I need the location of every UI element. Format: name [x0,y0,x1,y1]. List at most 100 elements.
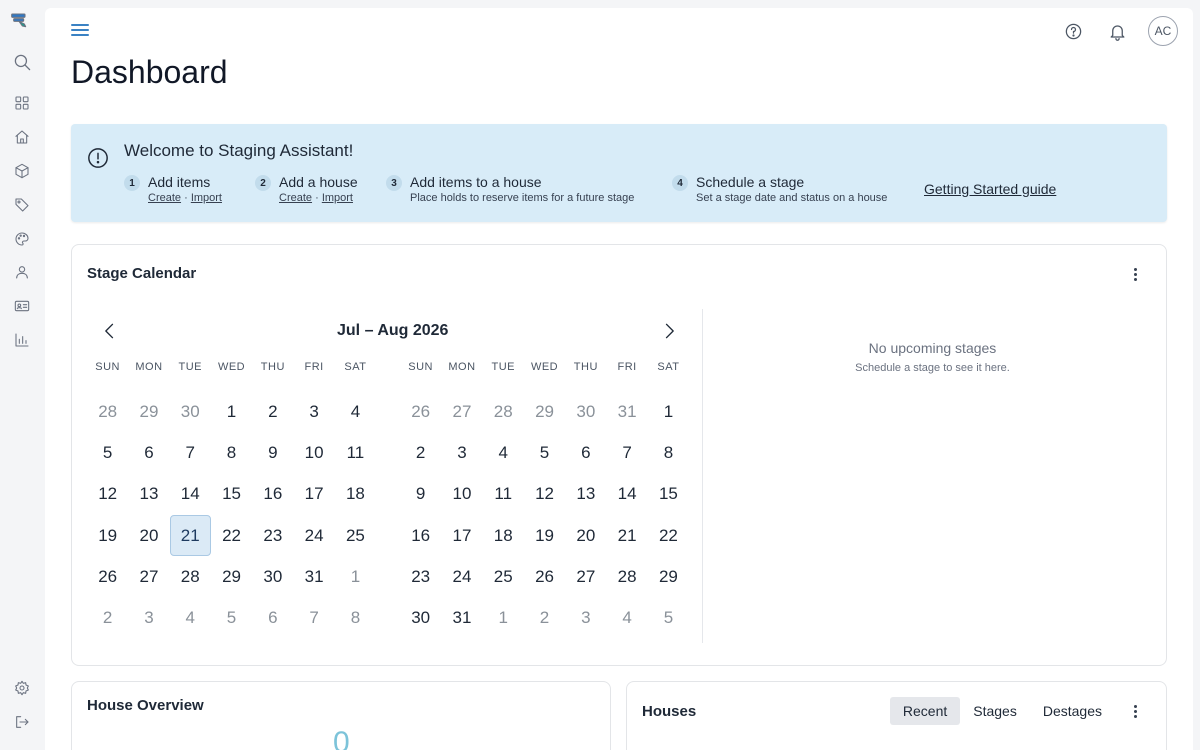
calendar-day[interactable]: 14 [170,474,211,515]
logout-icon[interactable] [12,712,32,732]
app-logo[interactable] [11,12,35,34]
calendar-day[interactable]: 5 [87,432,128,473]
calendar-day[interactable]: 3 [293,391,334,432]
calendar-day[interactable]: 4 [335,391,376,432]
calendar-day[interactable]: 11 [483,474,524,515]
calendar-day[interactable]: 3 [128,597,169,638]
user-icon[interactable] [12,262,32,282]
calendar-day[interactable]: 5 [524,432,565,473]
calendar-day[interactable]: 9 [400,474,441,515]
calendar-day[interactable]: 3 [441,432,482,473]
gear-icon[interactable] [12,678,32,698]
calendar-day[interactable]: 7 [606,432,647,473]
calendar-day[interactable]: 4 [606,597,647,638]
user-avatar[interactable]: AC [1148,16,1178,46]
calendar-day[interactable]: 5 [648,597,689,638]
calendar-day[interactable]: 2 [252,391,293,432]
calendar-day[interactable]: 31 [293,556,334,597]
calendar-day[interactable]: 27 [441,391,482,432]
prev-month-chevron-icon[interactable] [100,321,120,341]
tag-icon[interactable] [12,195,32,215]
create-house-link[interactable]: Create [279,192,312,204]
palette-icon[interactable] [12,229,32,249]
calendar-day[interactable]: 22 [211,515,252,556]
tab-recent[interactable]: Recent [889,697,961,725]
calendar-day[interactable]: 26 [524,556,565,597]
calendar-day-today[interactable]: 21 [169,514,211,557]
calendar-day[interactable]: 28 [483,391,524,432]
getting-started-link[interactable]: Getting Started guide [924,181,1056,197]
calendar-day[interactable]: 10 [293,432,334,473]
calendar-day[interactable]: 20 [128,515,169,556]
id-card-icon[interactable] [12,296,32,316]
home-icon[interactable] [12,127,32,147]
bar-chart-icon[interactable] [12,330,32,350]
calendar-day[interactable]: 29 [524,391,565,432]
calendar-day[interactable]: 22 [648,515,689,556]
box-icon[interactable] [12,161,32,181]
help-icon[interactable] [1060,18,1086,44]
calendar-day[interactable]: 18 [335,474,376,515]
search-icon[interactable] [12,52,32,72]
calendar-day[interactable]: 9 [252,432,293,473]
calendar-day[interactable]: 21 [606,515,647,556]
calendar-day[interactable]: 6 [565,432,606,473]
tab-stages[interactable]: Stages [960,697,1030,725]
calendar-more-menu-icon[interactable] [1128,265,1142,283]
calendar-day[interactable]: 4 [170,597,211,638]
calendar-day[interactable]: 20 [565,515,606,556]
calendar-day[interactable]: 1 [648,391,689,432]
calendar-day[interactable]: 6 [128,432,169,473]
calendar-day[interactable]: 2 [400,432,441,473]
calendar-day[interactable]: 29 [648,556,689,597]
calendar-day[interactable]: 26 [87,556,128,597]
calendar-day[interactable]: 5 [211,597,252,638]
houses-more-menu-icon[interactable] [1128,702,1142,720]
calendar-day[interactable]: 23 [400,556,441,597]
calendar-day[interactable]: 15 [648,474,689,515]
calendar-day[interactable]: 28 [170,556,211,597]
calendar-day[interactable]: 13 [128,474,169,515]
menu-toggle-icon[interactable] [71,22,89,38]
calendar-day[interactable]: 14 [606,474,647,515]
calendar-day[interactable]: 30 [252,556,293,597]
calendar-day[interactable]: 6 [252,597,293,638]
tab-destages[interactable]: Destages [1030,697,1115,725]
calendar-day[interactable]: 24 [441,556,482,597]
import-house-link[interactable]: Import [322,192,353,204]
calendar-day[interactable]: 29 [128,391,169,432]
calendar-day[interactable]: 31 [441,597,482,638]
create-items-link[interactable]: Create [148,192,181,204]
calendar-day[interactable]: 7 [170,432,211,473]
calendar-day[interactable]: 28 [606,556,647,597]
grid-icon[interactable] [12,93,32,113]
calendar-day[interactable]: 1 [483,597,524,638]
calendar-day[interactable]: 11 [335,432,376,473]
calendar-day[interactable]: 25 [483,556,524,597]
calendar-day[interactable]: 27 [128,556,169,597]
calendar-day[interactable]: 10 [441,474,482,515]
calendar-day[interactable]: 1 [335,556,376,597]
calendar-day[interactable]: 17 [441,515,482,556]
calendar-day[interactable]: 15 [211,474,252,515]
calendar-day[interactable]: 3 [565,597,606,638]
calendar-day[interactable]: 19 [87,515,128,556]
calendar-day[interactable]: 31 [606,391,647,432]
calendar-day[interactable]: 29 [211,556,252,597]
calendar-day[interactable]: 28 [87,391,128,432]
calendar-day[interactable]: 8 [335,597,376,638]
calendar-day[interactable]: 2 [87,597,128,638]
calendar-day[interactable]: 30 [565,391,606,432]
calendar-day[interactable]: 27 [565,556,606,597]
calendar-day[interactable]: 16 [252,474,293,515]
calendar-day[interactable]: 8 [211,432,252,473]
import-items-link[interactable]: Import [191,192,222,204]
calendar-day[interactable]: 8 [648,432,689,473]
calendar-day[interactable]: 30 [400,597,441,638]
calendar-day[interactable]: 30 [170,391,211,432]
calendar-day[interactable]: 12 [524,474,565,515]
calendar-day[interactable]: 12 [87,474,128,515]
calendar-day[interactable]: 25 [335,515,376,556]
calendar-day[interactable]: 23 [252,515,293,556]
calendar-day[interactable]: 7 [293,597,334,638]
